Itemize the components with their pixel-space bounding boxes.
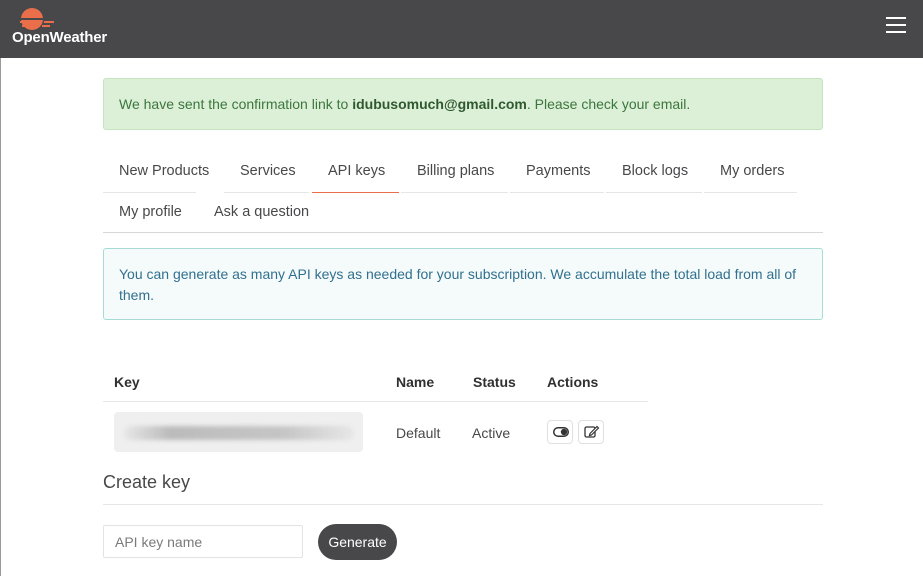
api-keys-info-alert: You can generate as many API keys as nee…: [103, 248, 823, 320]
toggle-key-button[interactable]: [547, 420, 573, 444]
api-key-name-input[interactable]: [103, 525, 303, 558]
top-navbar: OpenWeather: [0, 0, 923, 58]
sun-logo-icon: [18, 8, 58, 30]
openweather-logo[interactable]: OpenWeather: [10, 4, 110, 48]
alert-text-suffix: . Please check your email.: [526, 96, 691, 112]
key-status-cell: Active: [472, 425, 511, 441]
column-header-status: Status: [473, 374, 516, 390]
table-header-divider: [103, 401, 648, 402]
brand-name: OpenWeather: [12, 29, 108, 46]
tabs-divider: [103, 232, 823, 233]
tab-label: New Products: [119, 163, 210, 179]
column-header-name: Name: [396, 374, 435, 390]
alert-email: idubusomuch@gmail.com: [352, 96, 527, 112]
tab-label: My profile: [119, 204, 182, 220]
tab-billing-plans[interactable]: Billing plans: [401, 163, 508, 193]
tab-label: Payments: [526, 163, 591, 179]
column-header-key: Key: [114, 374, 140, 390]
redacted-key: [124, 426, 354, 440]
tab-new-products[interactable]: New Products: [103, 163, 209, 193]
window-edge: [0, 58, 1, 576]
tab-services[interactable]: Services: [224, 163, 309, 193]
toggle-icon: [553, 427, 569, 437]
hamburger-menu-icon[interactable]: [884, 15, 908, 37]
column-header-actions: Actions: [547, 374, 599, 390]
edit-icon: [584, 425, 600, 438]
tab-label: API keys: [328, 163, 386, 179]
edit-key-button[interactable]: [578, 420, 604, 444]
tab-my-orders[interactable]: My orders: [704, 163, 797, 193]
tab-label: Services: [240, 163, 296, 179]
tab-label: Ask a question: [214, 204, 310, 220]
tab-block-logs[interactable]: Block logs: [606, 163, 702, 193]
tab-label: Billing plans: [417, 163, 495, 179]
info-text: You can generate as many API keys as nee…: [119, 266, 797, 303]
tab-payments[interactable]: Payments: [510, 163, 604, 193]
tab-ask-a-question[interactable]: Ask a question: [198, 204, 324, 234]
confirmation-alert: We have sent the confirmation link to id…: [103, 78, 823, 130]
generate-button[interactable]: Generate: [318, 524, 397, 560]
alert-text-prefix: We have sent the confirmation link to: [119, 96, 353, 112]
key-name-cell: Default: [396, 425, 441, 441]
create-key-divider: [103, 504, 823, 505]
tab-my-profile[interactable]: My profile: [103, 204, 196, 234]
tab-label: Block logs: [622, 163, 689, 179]
api-key-value[interactable]: [114, 412, 363, 452]
create-key-heading: Create key: [103, 472, 191, 492]
tab-label: My orders: [720, 163, 785, 179]
tab-api-keys[interactable]: API keys: [312, 163, 399, 193]
